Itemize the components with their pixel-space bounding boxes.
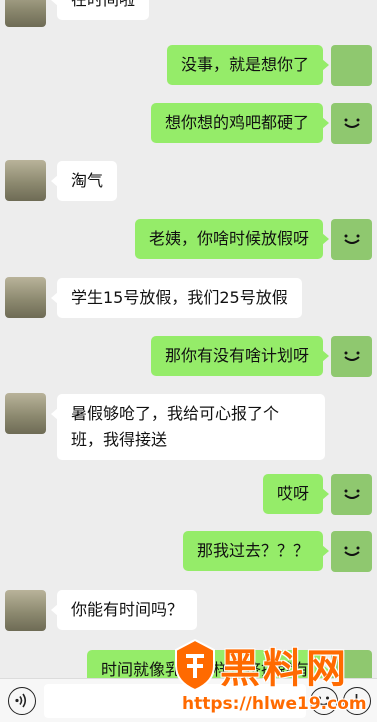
- chat-area[interactable]: 在时间啦 没事，就是想你了 想你想的鸡吧都硬了 淘气 老姨，你啥时候放假呀 学生…: [0, 0, 377, 691]
- smile-icon: [344, 489, 360, 499]
- peer-avatar[interactable]: [5, 0, 46, 27]
- smile-icon: [344, 546, 360, 556]
- message-line: 暑假够呛了，我给可心报了个: [71, 404, 280, 423]
- my-avatar[interactable]: [331, 474, 372, 515]
- my-avatar[interactable]: [331, 336, 372, 377]
- voice-icon: [15, 693, 27, 708]
- emoji-icon: [317, 696, 330, 706]
- smile-icon: [344, 234, 360, 244]
- message-bubble-me[interactable]: 那我过去？？？: [182, 531, 330, 571]
- my-avatar[interactable]: [331, 531, 372, 572]
- message-line: 班，我得接送: [71, 430, 168, 449]
- input-toolbar: [0, 678, 377, 722]
- message-bubble-peer[interactable]: 学生15号放假，我们25号放假: [51, 278, 302, 318]
- message-bubble-me[interactable]: 想你想的鸡吧都硬了: [150, 103, 330, 143]
- my-avatar[interactable]: [331, 45, 372, 86]
- message-bubble-me[interactable]: 没事，就是想你了: [166, 45, 330, 85]
- peer-avatar[interactable]: [5, 277, 46, 318]
- message-bubble-peer[interactable]: 淘气: [50, 161, 118, 201]
- peer-avatar[interactable]: [5, 590, 46, 631]
- message-bubble-me[interactable]: 哎呀: [262, 474, 330, 514]
- my-avatar[interactable]: [331, 219, 372, 260]
- message-bubble-peer[interactable]: 暑假够呛了，我给可心报了个 班，我得接送: [51, 394, 325, 460]
- peer-avatar[interactable]: [5, 393, 46, 434]
- peer-avatar[interactable]: [5, 160, 46, 201]
- message-bubble-peer[interactable]: 在时间啦: [50, 0, 150, 20]
- plus-icon: [350, 694, 363, 707]
- message-bubble-peer[interactable]: 你能有时间吗？: [50, 590, 198, 630]
- emoji-button[interactable]: [310, 687, 338, 715]
- smile-icon: [344, 351, 360, 361]
- smile-icon: [344, 118, 360, 128]
- message-bubble-me[interactable]: 老姨，你啥时候放假呀: [134, 219, 330, 259]
- message-bubble-me[interactable]: 那你有没有啥计划呀: [150, 336, 330, 376]
- plus-button[interactable]: [343, 687, 371, 715]
- my-avatar[interactable]: [331, 103, 372, 144]
- message-input[interactable]: [44, 684, 306, 718]
- voice-button[interactable]: [8, 687, 36, 715]
